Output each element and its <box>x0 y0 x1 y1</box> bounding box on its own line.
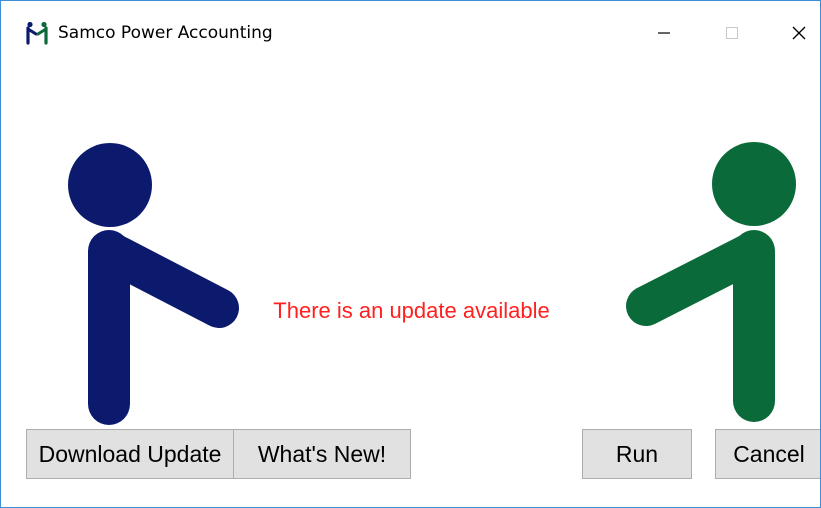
download-update-button[interactable]: Download Update <box>26 429 234 479</box>
cancel-button[interactable]: Cancel <box>715 429 820 479</box>
close-button[interactable] <box>776 18 820 48</box>
left-figure-head <box>68 143 152 227</box>
left-person-figure <box>68 143 239 425</box>
maximize-icon <box>724 25 740 41</box>
close-icon <box>791 25 807 41</box>
update-message: There is an update available <box>273 298 550 323</box>
app-logo-icon <box>25 21 49 45</box>
run-button[interactable]: Run <box>582 429 692 479</box>
right-person-figure <box>626 142 796 422</box>
window-title: Samco Power Accounting <box>58 23 273 43</box>
minimize-icon <box>656 25 672 41</box>
maximize-button[interactable] <box>709 18 755 48</box>
minimize-button[interactable] <box>641 18 687 48</box>
update-dialog-window: Samco Power Accounting There is an updat… <box>0 0 821 508</box>
right-figure-head <box>712 142 796 226</box>
whats-new-button[interactable]: What's New! <box>233 429 411 479</box>
title-bar[interactable]: Samco Power Accounting <box>1 1 820 45</box>
